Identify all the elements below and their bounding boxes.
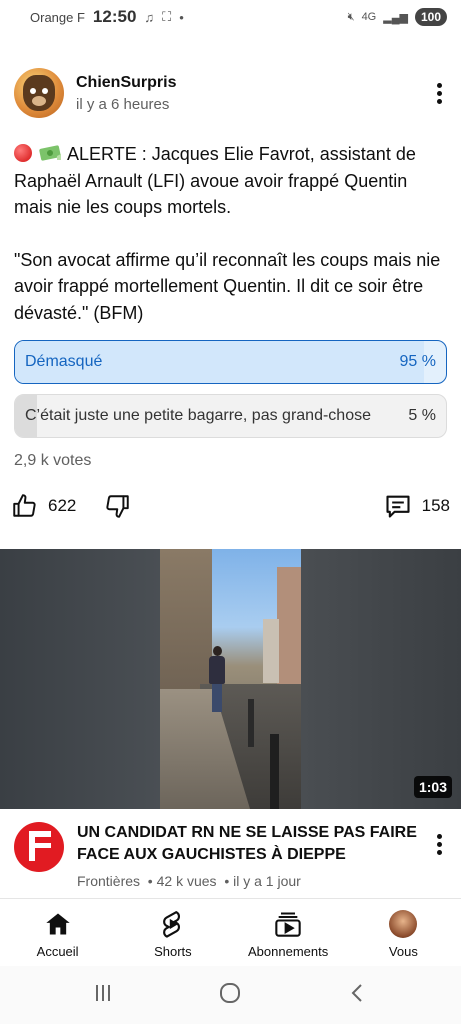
person-figure — [209, 646, 225, 716]
poll-option-label: C’était juste une petite bagarre, pas gr… — [25, 407, 371, 424]
video-more-icon[interactable] — [429, 822, 449, 889]
video-age: il y a 1 jour — [233, 873, 301, 889]
post-time: il y a 6 heures — [76, 95, 170, 113]
post-text: ALERTE : Jacques Elie Favrot, assistant … — [14, 141, 449, 352]
nav-you[interactable]: Vous — [346, 899, 461, 966]
poll-votes: 2,9 k votes — [14, 452, 92, 469]
poll-option-1[interactable]: Démasqué 95 % — [14, 340, 447, 384]
red-circle-icon — [14, 144, 32, 162]
video-title[interactable]: UN CANDIDAT RN NE SE LAISSE PAS FAIRE FA… — [77, 822, 429, 866]
more-options-icon[interactable] — [429, 82, 449, 104]
video-frame — [160, 549, 301, 809]
shorts-icon — [160, 909, 186, 939]
video-thumbnail[interactable]: 1:03 — [0, 549, 461, 809]
dislike-icon[interactable] — [104, 492, 132, 520]
nav-subscriptions-label: Abonnements — [248, 944, 329, 959]
post-header: ChienSurpris il y a 6 heures — [14, 66, 449, 120]
dot-icon: • — [179, 9, 184, 25]
post-paragraph-1: ALERTE : Jacques Elie Favrot, assistant … — [14, 141, 449, 221]
money-icon — [39, 145, 62, 161]
like-icon[interactable] — [10, 492, 38, 520]
poll-option-percent: 5 % — [408, 407, 436, 424]
user-avatar — [389, 910, 418, 938]
clock: 12:50 — [92, 7, 137, 26]
home-button-icon[interactable] — [218, 981, 242, 1010]
nav-you-label: Vous — [388, 944, 418, 959]
system-nav-bar — [0, 966, 461, 1024]
channel-logo[interactable] — [14, 822, 64, 872]
post-text-line-1: ALERTE : Jacques Elie Favrot, assistant … — [14, 144, 416, 217]
network-type: 4G — [361, 11, 377, 23]
carrier-name: Orange F — [30, 9, 85, 25]
comments-button[interactable]: 158 — [384, 492, 450, 520]
video-subtitle: Frontières • 42 k vues • il y a 1 jour — [77, 873, 301, 889]
channel-name: Frontières — [77, 873, 141, 889]
comment-icon — [384, 492, 412, 520]
home-icon — [44, 909, 72, 939]
status-bar: Orange F 12:50 ♫ ⛶ • 🔇︎ 4G ▂▄▆ 100 — [0, 0, 461, 34]
poll-option-label: Démasqué — [25, 353, 103, 370]
recent-apps-icon[interactable] — [92, 982, 114, 1009]
post-actions: 622 158 — [10, 487, 450, 525]
author-name[interactable]: ChienSurpris — [76, 74, 176, 92]
nav-shorts-label: Shorts — [154, 944, 192, 959]
mute-icon: 🔇︎ — [347, 10, 355, 23]
post-paragraph-2: "Son avocat affirme qu’il reconnaît les … — [14, 249, 441, 323]
subscriptions-icon — [274, 909, 302, 939]
view-count: 42 k vues — [156, 873, 217, 889]
video-duration: 1:03 — [413, 776, 452, 798]
author-avatar[interactable] — [14, 68, 64, 118]
nav-subscriptions[interactable]: Abonnements — [231, 899, 346, 966]
like-count: 622 — [48, 496, 77, 515]
notification-icons: ♫ ⛶ • — [144, 9, 183, 25]
signal-icon: ▂▄▆ — [383, 11, 408, 24]
screenshot-icon: ⛶ — [162, 9, 172, 24]
nav-home-label: Accueil — [36, 944, 79, 959]
music-note-icon: ♫ — [144, 9, 155, 25]
battery-level: 100 — [414, 8, 447, 26]
nav-shorts[interactable]: Shorts — [115, 899, 230, 966]
poll-option-percent: 95 % — [399, 353, 436, 370]
video-meta: UN CANDIDAT RN NE SE LAISSE PAS FAIRE FA… — [14, 822, 449, 889]
nav-home[interactable]: Accueil — [0, 899, 115, 966]
bottom-nav: Accueil Shorts Abonnements Vous — [0, 898, 461, 966]
poll-option-2[interactable]: C’était juste une petite bagarre, pas gr… — [14, 394, 447, 438]
back-icon[interactable] — [347, 982, 369, 1009]
comment-count: 158 — [421, 496, 450, 515]
